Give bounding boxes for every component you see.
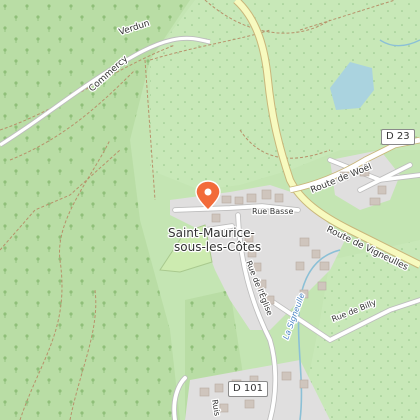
road-label-rue-basse: Rue Basse — [252, 207, 293, 216]
map-canvas[interactable]: Verdun Commercy Route de Woël Route de V… — [0, 0, 420, 420]
map-view[interactable]: Verdun Commercy Route de Woël Route de V… — [0, 0, 420, 420]
road-shield-d101: D 101 — [228, 381, 268, 397]
town-label-line1: Saint-Maurice- — [168, 226, 255, 240]
road-shield-d23: D 23 — [381, 129, 415, 145]
town-label-line2: sous-les-Côtes — [174, 240, 261, 254]
